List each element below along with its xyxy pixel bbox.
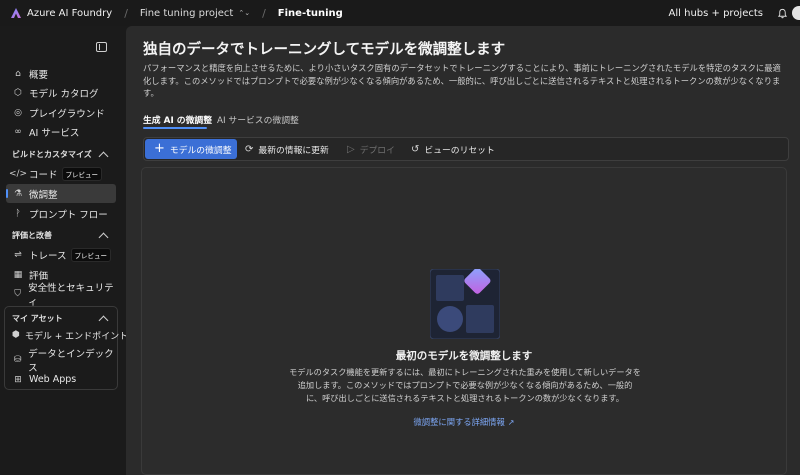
sidebar-item-models-endpoints[interactable]: ⬢ モデル + エンドポイント bbox=[6, 325, 128, 345]
refresh-icon: ⟳ bbox=[245, 144, 254, 155]
sidebar-item-label: 微調整 bbox=[29, 189, 58, 201]
sidebar-item-overview[interactable]: ⌂ 概要 bbox=[6, 64, 116, 83]
description-line: に、呼び出しごとに送信されるテキストと処理されるトークンの数が少なくなります。 bbox=[305, 393, 624, 403]
sidebar-item-label: モデル + エンドポイント bbox=[24, 331, 129, 342]
sidebar-item-data-indexes[interactable]: ⛁ データとインデックス bbox=[6, 349, 116, 374]
chevron-updown-icon: ⌃⌄ bbox=[238, 9, 251, 17]
section-title: マイ アセット bbox=[12, 314, 63, 323]
deploy-button[interactable]: ▷ デプロイ bbox=[347, 141, 395, 158]
trace-icon: ⇌ bbox=[14, 249, 22, 260]
empty-state-description: モデルのタスク機能を更新するには、最初にトレーニングされた重みを使用して新しいデ… bbox=[278, 366, 652, 405]
tab-generative-ai-finetune[interactable]: 生成 AI の微調整 bbox=[143, 113, 212, 126]
page-description: パフォーマンスと精度を向上させるために、より小さいタスク固有のデータセットでトレ… bbox=[143, 63, 781, 98]
section-evaluate-improve[interactable]: 評価と改善 bbox=[12, 230, 110, 242]
sidebar-item-label: プレイグラウンド bbox=[29, 108, 105, 120]
button-label: ビューのリセット bbox=[424, 146, 495, 156]
sidebar-item-label: AI サービス bbox=[29, 127, 80, 139]
refresh-button[interactable]: ⟳ 最新の情報に更新 bbox=[245, 141, 329, 158]
learn-more-link[interactable]: 微調整に関する詳細情報 ↗ bbox=[142, 416, 786, 428]
sidebar-item-label: モデル カタログ bbox=[29, 88, 99, 100]
reset-icon: ↺ bbox=[411, 144, 420, 155]
models-icon: ⬢ bbox=[12, 330, 20, 340]
evaluation-icon: ▦ bbox=[13, 269, 23, 280]
bell-icon[interactable] bbox=[777, 8, 788, 19]
chevron-up-icon bbox=[98, 232, 109, 242]
section-my-assets[interactable]: マイ アセット bbox=[12, 313, 110, 325]
ai-services-icon: ∞ bbox=[14, 126, 22, 137]
description-line: 追加します。このメソッドではプロンプトで必要な例が少なくなる傾向があるため、一般… bbox=[297, 380, 633, 390]
section-build-customize[interactable]: ビルドとカスタマイズ bbox=[12, 149, 110, 161]
brand-logo[interactable]: Azure AI Foundry bbox=[10, 7, 112, 19]
data-icon: ⛁ bbox=[13, 354, 22, 365]
sidebar-item-label: Web Apps bbox=[29, 374, 77, 385]
all-hubs-link[interactable]: All hubs + projects bbox=[669, 8, 763, 19]
avatar[interactable] bbox=[792, 6, 800, 20]
finetune-illustration-icon bbox=[430, 269, 500, 339]
sidebar-item-label: 安全性とセキュリティ bbox=[28, 282, 114, 308]
foundry-logo-icon bbox=[11, 8, 21, 18]
sidebar-item-trace[interactable]: ⇌ トレース プレビュー bbox=[6, 245, 116, 264]
sidebar-item-ai-services[interactable]: ∞ AI サービス bbox=[6, 122, 116, 141]
sidebar-item-model-catalog[interactable]: ⬡ モデル カタログ bbox=[6, 83, 116, 102]
finetune-model-button[interactable]: + モデルの微調整 bbox=[145, 139, 237, 159]
active-tab-indicator bbox=[143, 127, 207, 129]
top-bar: Azure AI Foundry / Fine tuning project ⌃… bbox=[0, 0, 800, 26]
sidebar-item-code[interactable]: </> コード プレビュー bbox=[6, 164, 116, 183]
page-title: 独自のデータでトレーニングしてモデルを微調整します bbox=[143, 42, 506, 58]
link-label: 微調整に関する詳細情報 bbox=[413, 417, 505, 427]
description-line: モデルのタスク機能を更新するには、最初にトレーニングされた重みを使用して新しいデ… bbox=[289, 367, 641, 377]
empty-state-title: 最初のモデルを微調整します bbox=[395, 350, 533, 362]
playground-icon: ◎ bbox=[14, 107, 22, 118]
overview-icon: ⌂ bbox=[15, 68, 21, 79]
project-switcher[interactable]: Fine tuning project ⌃⌄ bbox=[140, 8, 250, 19]
button-label: 最新の情報に更新 bbox=[258, 146, 329, 156]
play-icon: ▷ bbox=[347, 144, 355, 155]
breadcrumb-current-page: Fine-tuning bbox=[277, 7, 343, 19]
external-link-icon: ↗ bbox=[507, 418, 515, 427]
sidebar-item-label: プロンプト フロー bbox=[29, 209, 108, 221]
button-label: モデルの微調整 bbox=[169, 145, 232, 156]
catalog-icon: ⬡ bbox=[14, 87, 22, 98]
toolbar: + モデルの微調整 ⟳ 最新の情報に更新 ▷ デプロイ ↺ ビューのリセット bbox=[143, 137, 789, 161]
sidebar-item-web-apps[interactable]: ⊞ Web Apps bbox=[6, 370, 116, 389]
main-panel: 独自のデータでトレーニングしてモデルを微調整します パフォーマンスと精度を向上さ… bbox=[126, 26, 800, 475]
preview-badge: プレビュー bbox=[61, 166, 103, 181]
tab-ai-services-finetune[interactable]: AI サービスの微調整 bbox=[217, 113, 299, 126]
collapse-sidebar-icon[interactable] bbox=[96, 42, 107, 52]
sidebar: ⌂ 概要 ⬡ モデル カタログ ◎ プレイグラウンド ∞ AI サービス ビルド… bbox=[0, 26, 128, 475]
sidebar-item-playground[interactable]: ◎ プレイグラウンド bbox=[6, 103, 116, 122]
finetune-icon: ⚗ bbox=[13, 188, 23, 199]
chevron-up-icon bbox=[98, 151, 109, 161]
preview-badge: プレビュー bbox=[70, 247, 112, 262]
section-title: 評価と改善 bbox=[12, 231, 52, 240]
breadcrumb-separator: / bbox=[262, 6, 266, 20]
sidebar-item-safety[interactable]: ⛉ 安全性とセキュリティ bbox=[6, 283, 116, 308]
sidebar-item-prompt-flow[interactable]: ᚹ プロンプト フロー bbox=[6, 204, 116, 223]
sidebar-item-label: 概要 bbox=[29, 69, 49, 81]
plus-icon: + bbox=[154, 141, 165, 156]
button-label: デプロイ bbox=[359, 146, 395, 156]
prompt-flow-icon: ᚹ bbox=[15, 208, 21, 219]
sidebar-item-finetune[interactable]: ⚗ 微調整 bbox=[6, 184, 116, 203]
shield-icon: ⛉ bbox=[14, 288, 21, 299]
sidebar-item-label: コード bbox=[29, 169, 58, 181]
empty-state: 最初のモデルを微調整します モデルのタスク機能を更新するには、最初にトレーニング… bbox=[141, 167, 787, 475]
sidebar-item-label: トレース bbox=[29, 250, 67, 262]
code-icon: </> bbox=[8, 168, 28, 179]
chevron-up-icon bbox=[98, 315, 109, 325]
webapps-icon: ⊞ bbox=[14, 374, 22, 385]
project-name: Fine tuning project bbox=[139, 7, 234, 19]
reset-view-button[interactable]: ↺ ビューのリセット bbox=[411, 141, 495, 158]
section-title: ビルドとカスタマイズ bbox=[12, 150, 92, 159]
breadcrumb-separator: / bbox=[124, 6, 128, 20]
brand-name: Azure AI Foundry bbox=[27, 7, 113, 19]
